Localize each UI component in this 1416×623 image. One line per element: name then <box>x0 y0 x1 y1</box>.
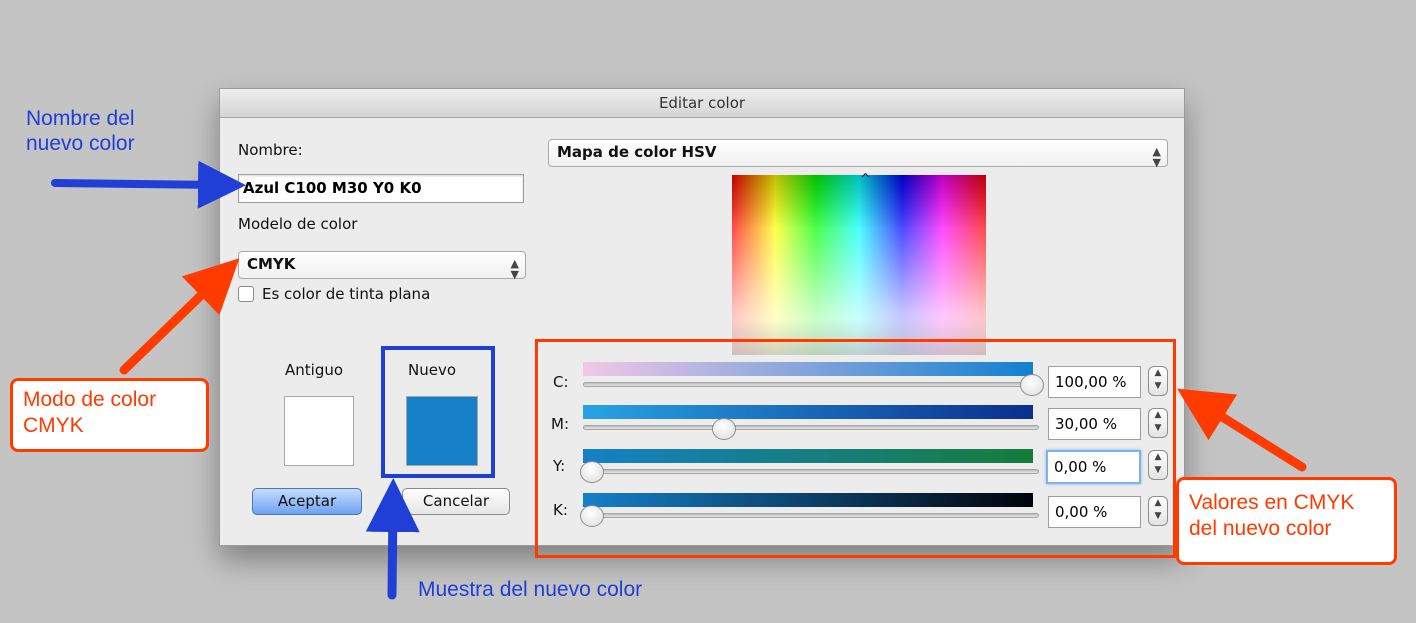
blue-arrow-to-name <box>51 160 246 209</box>
red-arrow-to-model <box>119 258 240 375</box>
red-arrow-to-values <box>1177 388 1307 472</box>
annotation-arrows <box>51 160 1307 600</box>
blue-arrow-to-sample <box>365 478 420 600</box>
